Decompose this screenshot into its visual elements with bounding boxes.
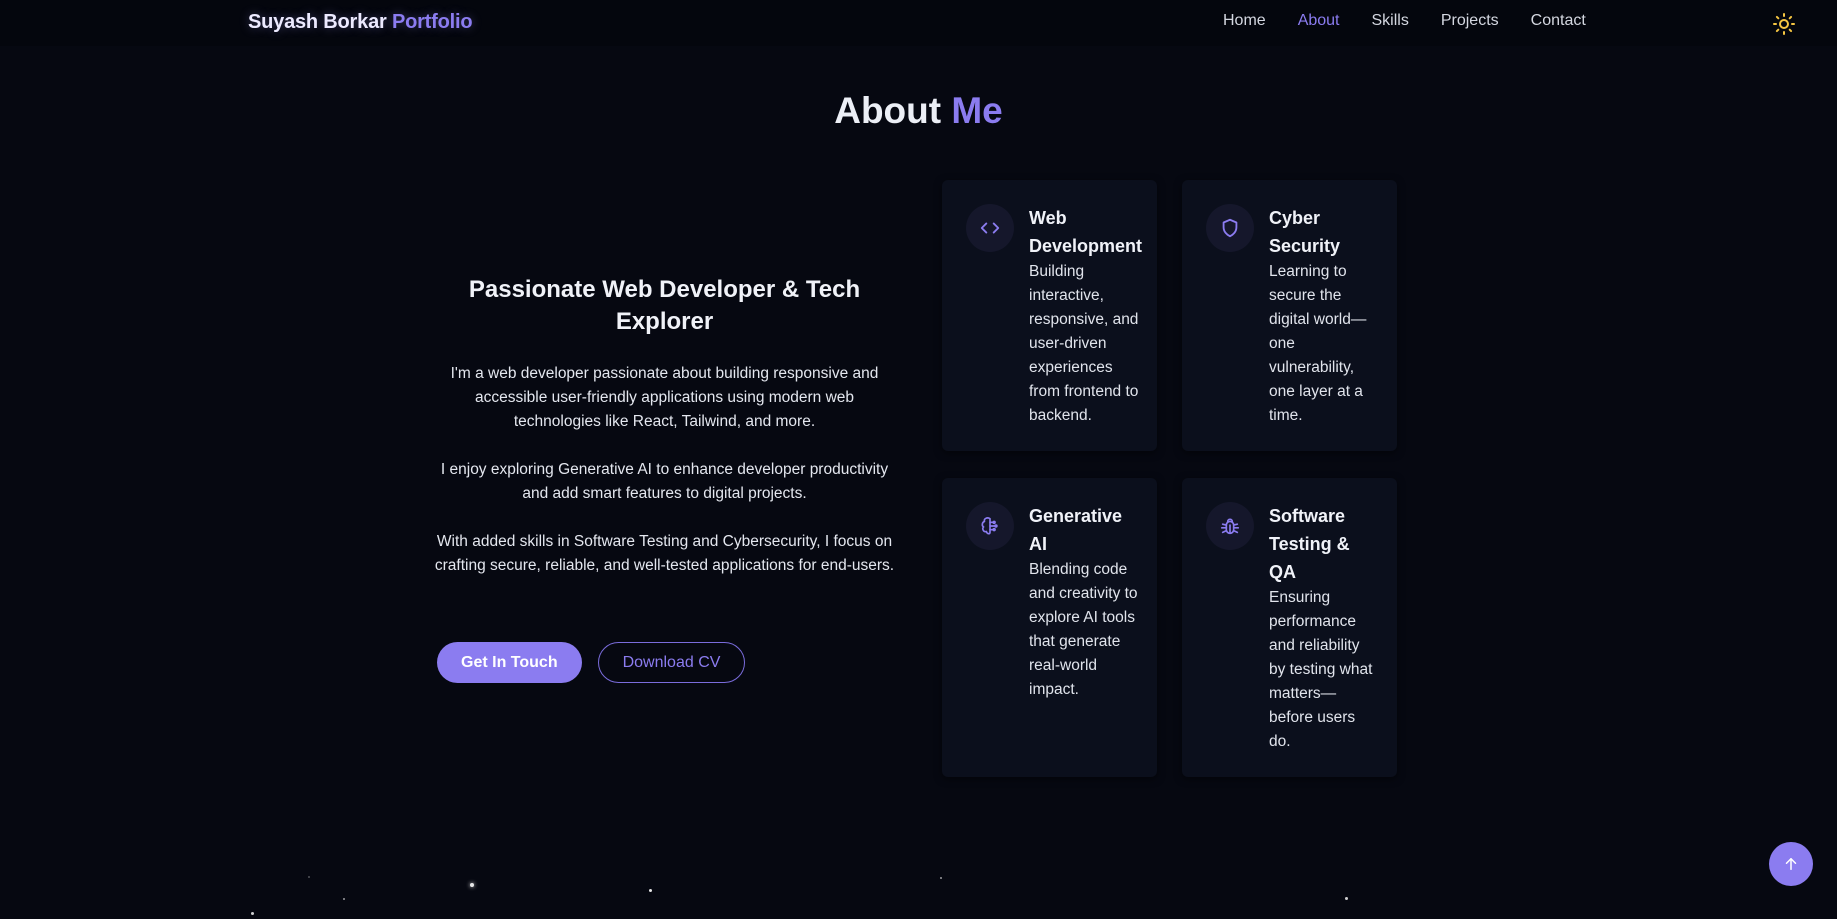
arrow-up-icon xyxy=(1785,858,1797,870)
intro-paragraph-1: I'm a web developer passionate about bui… xyxy=(450,365,879,430)
nav-skills[interactable]: Skills xyxy=(1372,12,1409,30)
star-decoration xyxy=(1345,897,1348,900)
main-nav: Home About Skills Projects Contact xyxy=(1223,12,1618,30)
scroll-to-top-button[interactable] xyxy=(1769,842,1813,886)
card-description: Blending code and creativity to explore … xyxy=(1029,561,1138,698)
star-decoration xyxy=(940,877,942,879)
card-web-development: Web Development Building interactive, re… xyxy=(942,180,1157,451)
download-cv-button[interactable]: Download CV xyxy=(597,642,746,683)
shield-icon xyxy=(1222,218,1238,238)
nav-contact[interactable]: Contact xyxy=(1531,12,1586,30)
section-title-accent: Me xyxy=(951,90,1003,131)
nav-home[interactable]: Home xyxy=(1223,12,1266,30)
get-in-touch-button[interactable]: Get In Touch xyxy=(437,642,582,683)
navbar: Suyash Borkar Portfolio Home About Skill… xyxy=(0,0,1837,46)
card-icon-wrap xyxy=(966,502,1014,550)
card-icon-wrap xyxy=(966,204,1014,252)
card-title: Web Development xyxy=(1029,208,1143,256)
card-software-testing: Software Testing & QA Ensuring performan… xyxy=(1182,478,1397,777)
brain-icon xyxy=(981,517,998,535)
brand-logo[interactable]: Suyash Borkar Portfolio xyxy=(248,11,473,34)
intro-paragraph-2: I enjoy exploring Generative AI to enhan… xyxy=(440,461,889,502)
star-decoration xyxy=(470,883,474,887)
bug-icon xyxy=(1220,518,1240,535)
card-description: Learning to secure the digital world—one… xyxy=(1269,263,1367,424)
sun-icon xyxy=(1773,13,1795,35)
star-decoration xyxy=(251,912,254,915)
intro-actions: Get In Touch Download CV xyxy=(437,642,746,683)
card-generative-ai: Generative AI Blending code and creativi… xyxy=(942,478,1157,777)
theme-toggle-button[interactable] xyxy=(1771,11,1797,37)
card-icon-wrap xyxy=(1206,204,1254,252)
intro-paragraph-3: With added skills in Software Testing an… xyxy=(434,533,895,574)
nav-projects[interactable]: Projects xyxy=(1441,12,1499,30)
card-title: Generative AI xyxy=(1029,506,1123,554)
intro-heading: Passionate Web Developer & Tech Explorer xyxy=(468,276,861,335)
code-icon xyxy=(980,222,1000,234)
intro-block: Passionate Web Developer & Tech Explorer… xyxy=(432,274,897,602)
card-title: Cyber Security xyxy=(1269,208,1341,256)
card-description: Building interactive, responsive, and us… xyxy=(1029,263,1139,424)
section-title: About Me xyxy=(0,90,1837,132)
nav-about[interactable]: About xyxy=(1298,12,1340,30)
card-body: Generative AI Blending code and creativi… xyxy=(1029,502,1139,702)
card-body: Software Testing & QA Ensuring performan… xyxy=(1269,502,1379,754)
star-decoration xyxy=(649,889,652,892)
section-title-main: About xyxy=(834,90,942,131)
star-decoration xyxy=(343,898,345,900)
star-decoration xyxy=(308,876,310,878)
card-title: Software Testing & QA xyxy=(1269,506,1350,582)
card-icon-wrap xyxy=(1206,502,1254,550)
brand-name: Suyash Borkar xyxy=(248,11,387,33)
about-page: Suyash Borkar Portfolio Home About Skill… xyxy=(0,0,1837,919)
card-body: Cyber Security Learning to secure the di… xyxy=(1269,204,1379,428)
brand-accent: Portfolio xyxy=(391,11,473,33)
card-description: Ensuring performance and reliability by … xyxy=(1269,589,1373,750)
card-body: Web Development Building interactive, re… xyxy=(1029,204,1143,428)
card-cyber-security: Cyber Security Learning to secure the di… xyxy=(1182,180,1397,451)
